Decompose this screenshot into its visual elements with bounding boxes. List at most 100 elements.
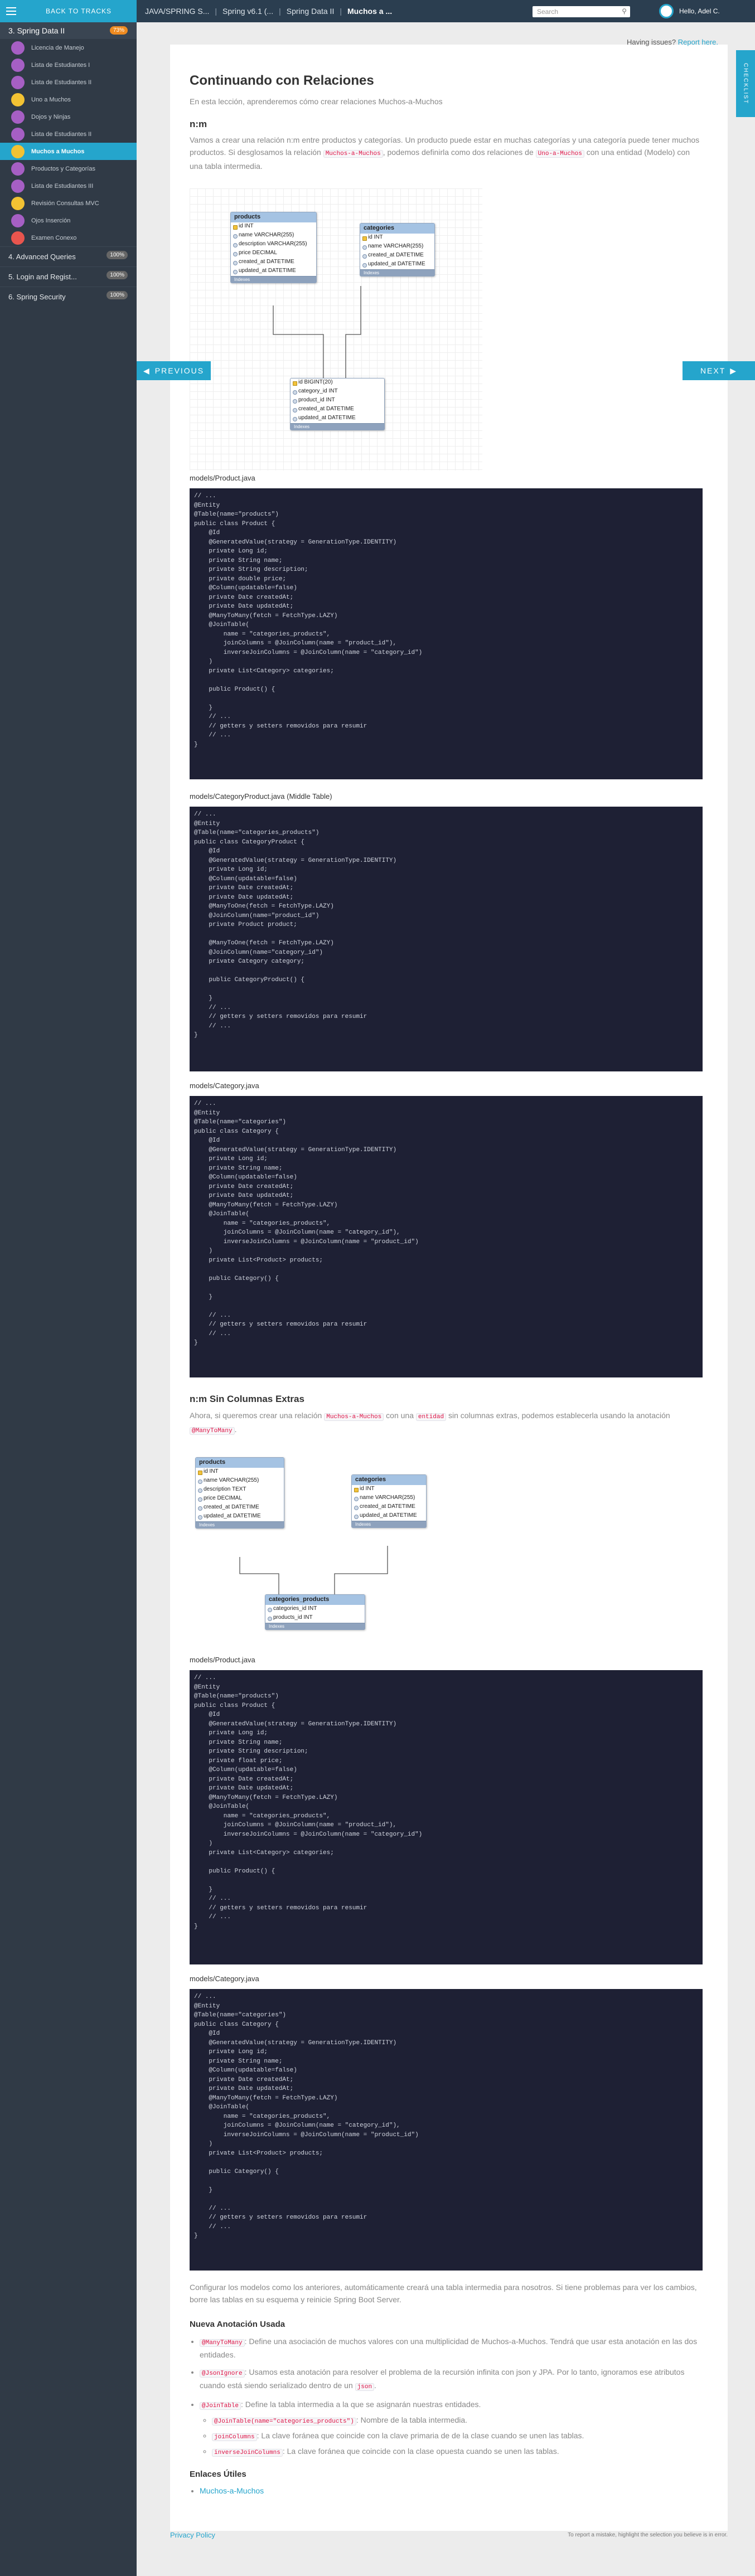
text: : Define una asociación de muchos valore… [200,2337,698,2359]
column: products_id INT [265,1614,365,1623]
indexes-footer: Indexes [196,1521,284,1528]
code-block-categoryproduct[interactable]: // ... @Entity @Table(name="categories_p… [190,807,703,1071]
column: id BIGINT(20) [291,379,384,387]
inline-code: @ManyToMany [190,1427,235,1435]
avatar[interactable] [659,4,674,18]
sidebar-item[interactable]: Uno a Muchos [0,91,137,108]
sidebar-item-label: Lista de Estudiantes II [31,130,92,138]
table-title: products [231,212,316,222]
sidebar-section[interactable]: 4. Advanced Queries 100% [0,246,137,266]
column: category_id INT [291,387,384,396]
report-link[interactable]: Report here. [678,38,718,46]
sidebar-item[interactable]: Lista de Estudiantes I [0,56,137,74]
code-block-product-2[interactable]: // ... @Entity @Table(name="products") p… [190,1670,703,1964]
er-diagram-1: products id INT name VARCHAR(255) descri… [190,188,482,470]
sidebar-item[interactable]: Licencia de Manejo [0,39,137,56]
lesson-status-icon [11,214,25,227]
sidebar-item[interactable]: Muchos a Muchos [0,143,137,160]
footer-label: Indexes [199,1522,215,1527]
inline-code: Muchos-a-Muchos [324,1413,384,1421]
link-muchos-a-muchos[interactable]: Muchos-a-Muchos [200,2486,264,2495]
sidebar-item-label: Lista de Estudiantes III [31,182,94,190]
column: updated_at DATETIME [360,260,434,269]
page-title: Continuando con Relaciones [190,73,374,88]
list-item: @JsonIgnore: Usamos esta anotación para … [200,2366,701,2393]
inline-code: @JsonIgnore [200,2370,245,2378]
column: name VARCHAR(255) [352,1494,426,1503]
column: created_at DATETIME [352,1503,426,1512]
inline-code: @JoinTable(name="categories_products") [212,2418,356,2425]
lesson-status-icon [11,162,25,176]
sidebar-section[interactable]: 5. Login and Regist... 100% [0,266,137,287]
footer-label: Indexes [269,1624,285,1629]
table-title: categories_products [265,1595,365,1605]
sidebar-current-section[interactable]: 3. Spring Data II 73% [0,22,137,39]
code-block-category[interactable]: // ... @Entity @Table(name="categories")… [190,1096,703,1377]
progress-badge: 100% [107,271,128,279]
text: . [234,1425,237,1434]
sidebar-item[interactable]: Ojos Inserción [0,212,137,229]
list-item: inverseJoinColumns: La clave foránea que… [212,2446,701,2459]
sidebar-item-label: Productos y Categorías [31,165,95,172]
column: id INT [352,1485,426,1494]
breadcrumb-item[interactable]: JAVA/SPRING S... [145,7,209,16]
column: updated_at DATETIME [291,414,384,423]
sidebar-item[interactable]: Examen Conexo [0,229,137,246]
inline-code: inverseJoinColumns [212,2449,283,2457]
column: id INT [196,1468,284,1477]
sidebar-item[interactable]: Lista de Estudiantes II [0,74,137,91]
text: : La clave foránea que coincide con la c… [282,2447,559,2456]
chevron-right-icon: ▶ [730,366,738,375]
sidebar-section[interactable]: 6. Spring Security 100% [0,287,137,307]
next-label: NEXT [700,366,726,375]
footer-label: Indexes [364,270,380,275]
indexes-footer: Indexes [265,1623,365,1629]
code-block-category-2[interactable]: // ... @Entity @Table(name="categories")… [190,1989,703,2271]
sidebar: 3. Spring Data II 73% Licencia de Manejo… [0,22,137,2576]
indexes-footer: Indexes [352,1521,426,1527]
column: description TEXT [196,1486,284,1495]
checklist-tab[interactable]: CHECKLIST [736,50,755,117]
inline-code: entidad [415,1413,447,1421]
code-block-product[interactable]: // ... @Entity @Table(name="products") p… [190,488,703,779]
sidebar-item[interactable]: Lista de Estudiantes III [0,177,137,195]
column: price DECIMAL [231,249,316,258]
inline-code: Uno-a-Muchos [535,150,584,158]
next-button[interactable]: NEXT ▶ [683,361,755,380]
previous-button[interactable]: ◀ PREVIOUS [137,361,211,380]
sidebar-item[interactable]: Productos y Categorías [0,160,137,177]
list-item: @ManyToMany: Define una asociación de mu… [200,2336,701,2361]
column: product_id INT [291,396,384,405]
list-item: joinColumns: La clave foránea que coinci… [212,2430,701,2443]
user-greeting[interactable]: Hello, Adel C. [679,7,720,15]
breadcrumb-current: Muchos a ... [347,7,393,16]
sidebar-item[interactable]: Lista de Estudiantes II [0,125,137,143]
breadcrumb-item[interactable]: Spring v6.1 (... [222,7,273,16]
progress-badge: 100% [107,291,128,299]
search-icon[interactable]: ⚲ [622,7,627,15]
issues-report: Having issues? Report here. [627,38,718,46]
sidebar-item[interactable]: Dojos y Ninjas [0,108,137,125]
table-categories: categories id INT name VARCHAR(255) crea… [351,1474,427,1528]
file-name: models/Product.java [190,474,255,482]
sidebar-item-label: Licencia de Manejo [31,44,84,51]
inline-code: @ManyToMany [200,2339,245,2347]
inline-code: json [355,2383,375,2391]
paragraph-nm: Vamos a crear una relación n:m entre pro… [190,134,703,172]
lesson-intro: En esta lección, aprenderemos cómo crear… [190,97,443,106]
column: updated_at DATETIME [352,1512,426,1521]
sidebar-item[interactable]: Revisión Consultas MVC [0,195,137,212]
privacy-policy-link[interactable]: Privacy Policy [170,2531,215,2539]
inline-code: joinColumns [212,2433,257,2441]
list-item: Muchos-a-Muchos [200,2485,701,2497]
breadcrumb-item[interactable]: Spring Data II [287,7,335,16]
lesson-status-icon [11,196,25,210]
column: updated_at DATETIME [231,267,316,276]
issues-text: Having issues? [626,38,676,46]
menu-icon[interactable] [0,0,22,22]
sidebar-item-label: Dojos y Ninjas [31,113,71,120]
back-to-tracks-button[interactable]: BACK TO TRACKS [0,0,137,22]
top-bar: BACK TO TRACKS JAVA/SPRING S... | Spring … [0,0,755,22]
sidebar-item-label: Uno a Muchos [31,96,71,103]
search-input[interactable]: Search ⚲ [533,6,630,17]
